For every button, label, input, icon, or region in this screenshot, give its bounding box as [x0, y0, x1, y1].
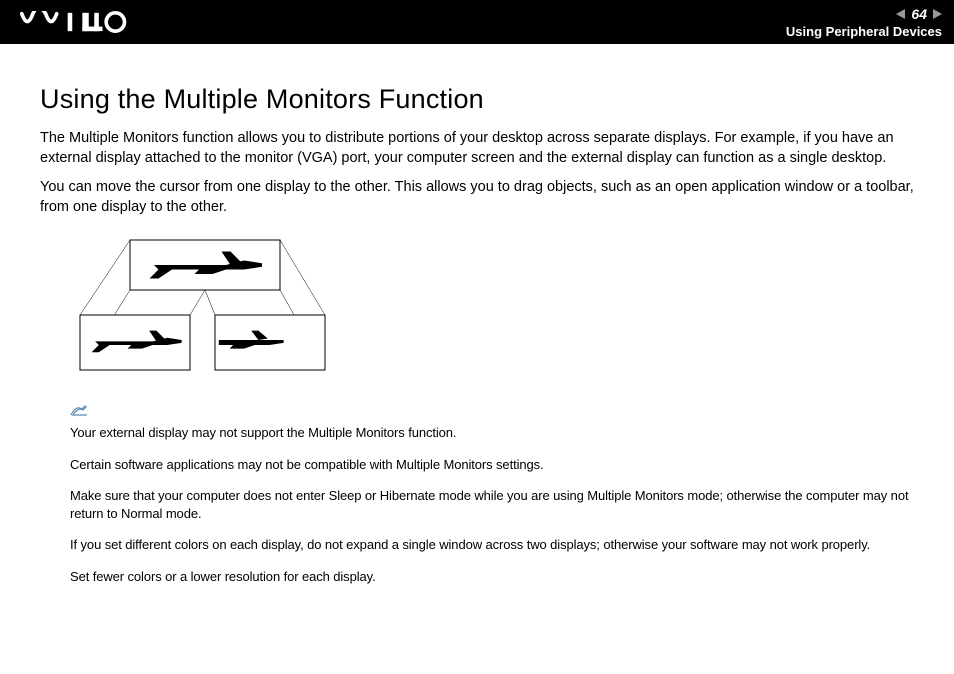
- page-header: 64 Using Peripheral Devices: [0, 0, 954, 44]
- multi-monitor-diagram: [70, 235, 914, 385]
- note-text: Set fewer colors or a lower resolution f…: [70, 568, 914, 586]
- section-title: Using Peripheral Devices: [786, 24, 942, 39]
- note-pencil-icon: [70, 403, 914, 422]
- page-content: Using the Multiple Monitors Function The…: [0, 44, 954, 620]
- note-text: If you set different colors on each disp…: [70, 536, 914, 554]
- body-paragraph: The Multiple Monitors function allows yo…: [40, 129, 914, 168]
- notes-section: Your external display may not support th…: [40, 403, 914, 585]
- page-title: Using the Multiple Monitors Function: [40, 84, 914, 115]
- note-text: Certain software applications may not be…: [70, 456, 914, 474]
- page-nav: 64: [896, 6, 942, 22]
- prev-page-arrow-icon[interactable]: [896, 9, 905, 19]
- note-text: Make sure that your computer does not en…: [70, 487, 914, 522]
- page-number: 64: [911, 6, 927, 22]
- body-paragraph: You can move the cursor from one display…: [40, 178, 914, 217]
- vaio-logo: [20, 11, 130, 33]
- note-text: Your external display may not support th…: [70, 424, 914, 442]
- next-page-arrow-icon[interactable]: [933, 9, 942, 19]
- header-right: 64 Using Peripheral Devices: [786, 6, 942, 39]
